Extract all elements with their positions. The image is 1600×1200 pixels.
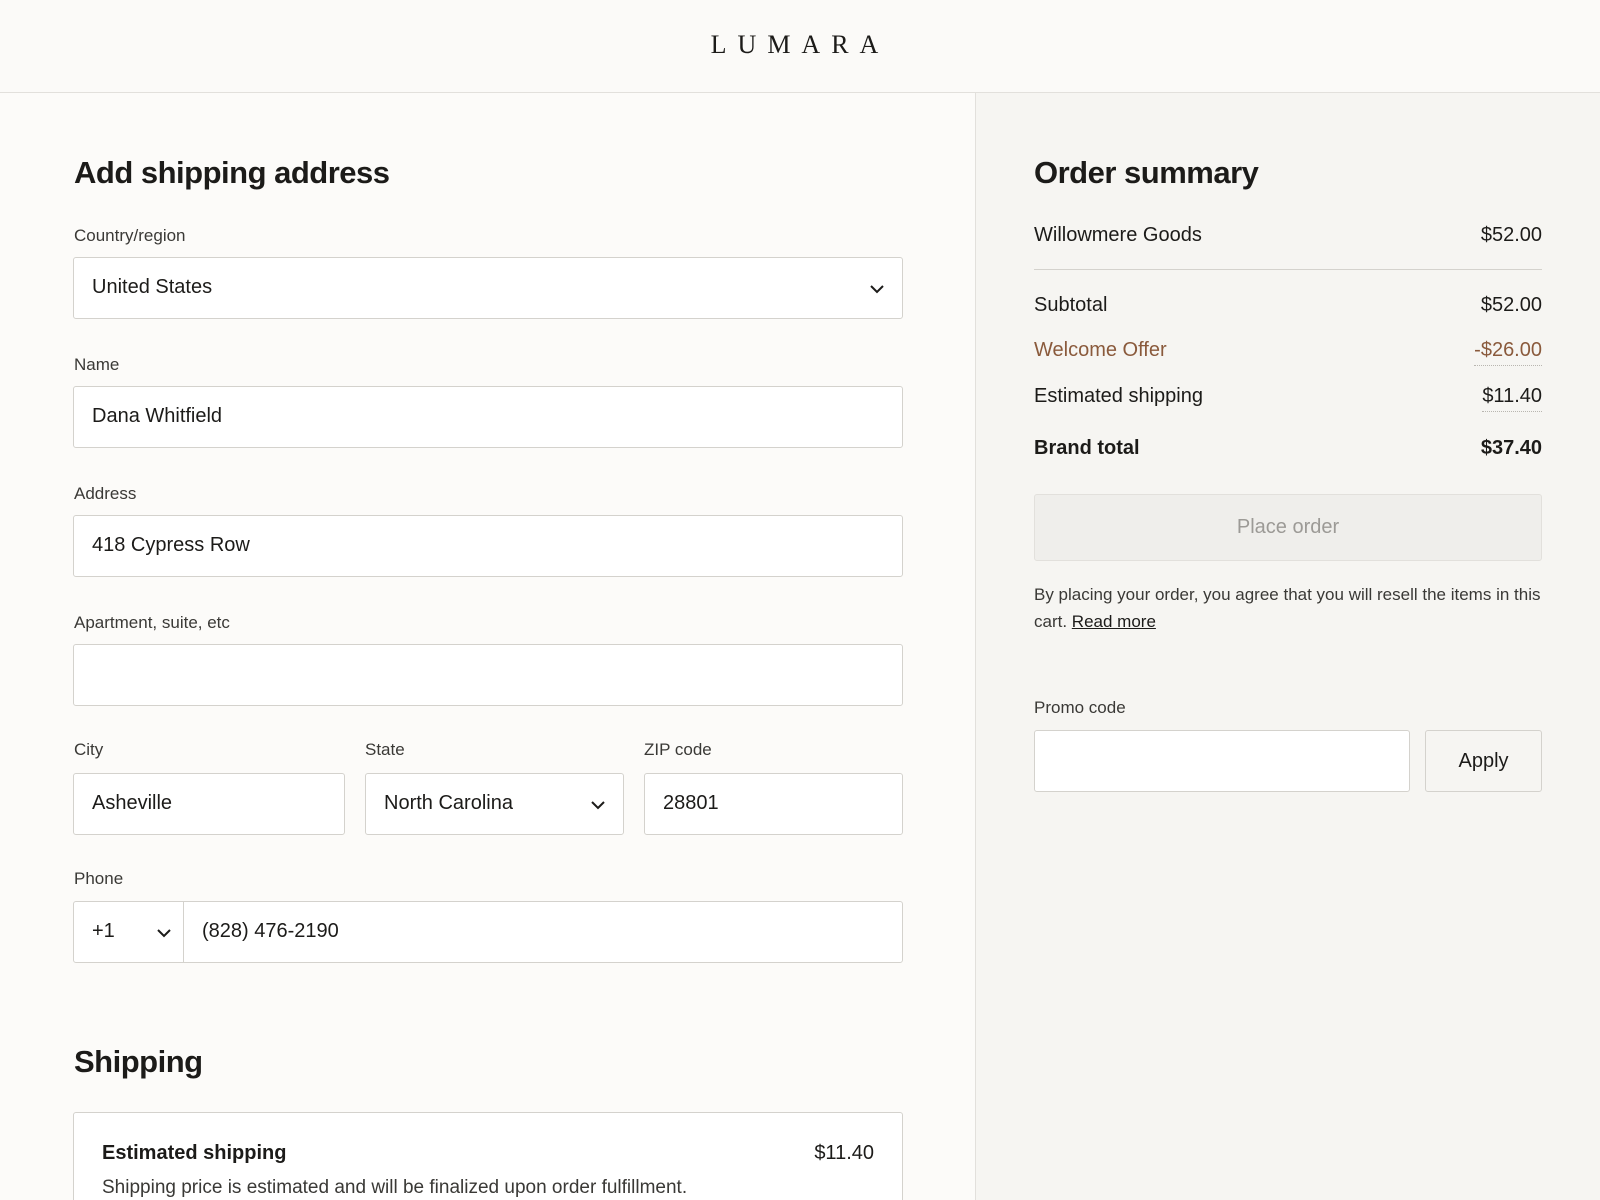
chevron-down-icon [591, 801, 605, 810]
promo-code-input[interactable] [1034, 730, 1410, 792]
state-label: State [365, 740, 405, 759]
phone-country-code: +1 [92, 920, 115, 942]
shipping-value[interactable]: $11.40 [1482, 385, 1542, 412]
subtotal-line: Subtotal $52.00 [1034, 294, 1542, 320]
address-value: 418 Cypress Row [92, 534, 250, 556]
phone-number-input[interactable]: (828) 476-2190 [184, 902, 902, 962]
offer-label: Welcome Offer [1034, 339, 1167, 361]
total-label: Brand total [1034, 437, 1140, 459]
order-summary-panel: Order summary Willowmere Goods $52.00 Su… [976, 93, 1600, 1200]
store-amount: $52.00 [1480, 224, 1542, 246]
phone-country-code-select[interactable]: +1 [74, 902, 184, 962]
address-label: Address [74, 484, 137, 503]
name-value: Dana Whitfield [92, 405, 223, 427]
shipping-option-card[interactable]: Estimated shipping $11.40 Shipping price… [73, 1112, 903, 1200]
shipping-line: Estimated shipping $11.40 [1034, 385, 1542, 412]
shipping-address-panel: Add shipping address Country/region Unit… [0, 93, 976, 1200]
promo-label: Promo code [1034, 698, 1126, 717]
name-field[interactable]: Dana Whitfield [73, 386, 903, 448]
name-label: Name [74, 355, 120, 374]
chevron-down-icon [157, 929, 171, 938]
country-label: Country/region [74, 226, 186, 245]
offer-value[interactable]: -$26.00 [1474, 339, 1542, 366]
phone-number-value: (828) 476-2190 [202, 920, 339, 942]
subtotal-value: $52.00 [1480, 294, 1542, 316]
subtotal-label: Subtotal [1034, 294, 1108, 316]
shipping-option-title: Estimated shipping [102, 1142, 287, 1164]
store-name: Willowmere Goods [1034, 224, 1202, 246]
shipping-title: Shipping [74, 1044, 203, 1079]
city-label: City [74, 740, 104, 759]
address-form-title: Add shipping address [74, 155, 390, 190]
zip-field[interactable]: 28801 [644, 773, 903, 835]
read-more-link[interactable]: Read more [1072, 612, 1156, 631]
apartment-field[interactable] [73, 644, 903, 706]
top-header: LUMARA [0, 0, 1600, 93]
brand-logo[interactable]: LUMARA [0, 30, 1600, 60]
zip-label: ZIP code [644, 740, 712, 759]
address-field[interactable]: 418 Cypress Row [73, 515, 903, 577]
city-value: Asheville [92, 792, 173, 814]
country-value: United States [92, 276, 213, 298]
apartment-label: Apartment, suite, etc [74, 613, 230, 632]
summary-divider [1034, 269, 1542, 270]
shipping-label: Estimated shipping [1034, 385, 1203, 407]
zip-value: 28801 [663, 792, 719, 814]
shipping-option-price: $11.40 [814, 1142, 874, 1164]
total-line: Brand total $37.40 [1034, 437, 1542, 463]
store-line: Willowmere Goods $52.00 [1034, 224, 1542, 250]
apply-promo-button[interactable]: Apply [1425, 730, 1542, 792]
city-field[interactable]: Asheville [73, 773, 345, 835]
country-select[interactable]: United States [73, 257, 903, 319]
legal-notice: By placing your order, you agree that yo… [1034, 581, 1542, 635]
phone-label: Phone [74, 869, 124, 888]
place-order-button[interactable]: Place order [1034, 494, 1542, 561]
offer-line: Welcome Offer -$26.00 [1034, 339, 1542, 366]
state-select[interactable]: North Carolina [365, 773, 624, 835]
total-value: $37.40 [1480, 437, 1542, 459]
phone-field: +1 (828) 476-2190 [73, 901, 903, 963]
order-summary-title: Order summary [1034, 155, 1259, 190]
chevron-down-icon [870, 285, 884, 294]
shipping-option-note: Shipping price is estimated and will be … [102, 1177, 688, 1198]
state-value: North Carolina [384, 792, 513, 814]
